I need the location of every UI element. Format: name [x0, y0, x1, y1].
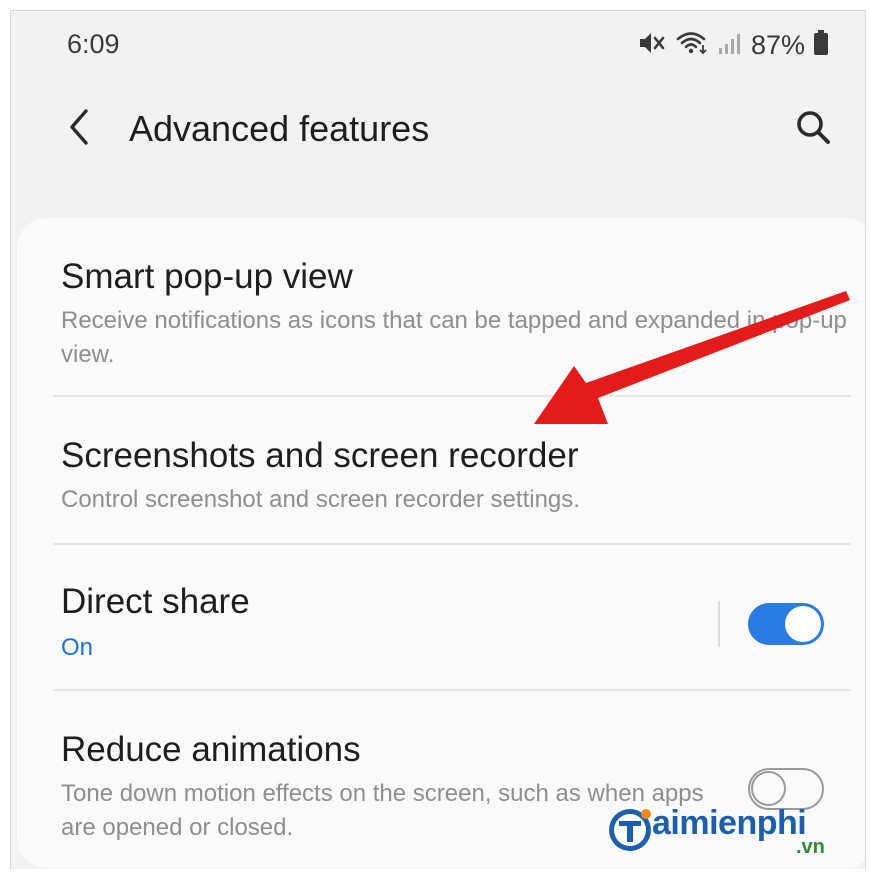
vertical-separator — [718, 601, 720, 647]
search-button[interactable] — [789, 107, 837, 151]
divider — [53, 395, 851, 397]
mute-icon — [637, 29, 667, 62]
watermark-text: aimienphi — [652, 804, 807, 842]
setting-title: Smart pop-up view — [61, 257, 353, 296]
watermark: aimienphi .vn — [604, 800, 844, 866]
setting-status: On — [61, 634, 94, 661]
battery-percentage: 87% — [750, 29, 805, 60]
setting-title: Direct share — [61, 582, 250, 621]
setting-title: Reduce animations — [61, 730, 361, 769]
setting-smart-popup-view[interactable]: Smart pop-up view Receive notifications … — [61, 256, 847, 372]
setting-title: Screenshots and screen recorder — [61, 436, 579, 475]
signal-icon — [717, 30, 743, 61]
page-title: Advanced features — [129, 108, 430, 149]
search-icon — [794, 108, 832, 151]
back-button[interactable] — [59, 107, 99, 151]
wifi-icon — [675, 29, 709, 62]
setting-description: Receive notifications as icons that can … — [61, 307, 847, 368]
setting-screenshots-recorder[interactable]: Screenshots and screen recorder Control … — [61, 435, 847, 517]
phone-screen: 6:09 87% Advanced features Smart pop-up … — [10, 10, 866, 869]
toggle-knob — [785, 606, 821, 642]
watermark-tld: .vn — [796, 836, 825, 858]
setting-description: Control screenshot and screen recorder s… — [61, 486, 580, 513]
setting-direct-share[interactable]: Direct share On — [61, 581, 695, 665]
divider — [53, 543, 851, 545]
chevron-left-icon — [66, 107, 92, 152]
battery-icon — [813, 29, 829, 62]
divider — [53, 689, 851, 691]
status-icons: 87% — [637, 27, 829, 63]
settings-card: Smart pop-up view Receive notifications … — [17, 218, 865, 868]
direct-share-toggle[interactable] — [748, 603, 824, 645]
status-time: 6:09 — [67, 29, 120, 59]
